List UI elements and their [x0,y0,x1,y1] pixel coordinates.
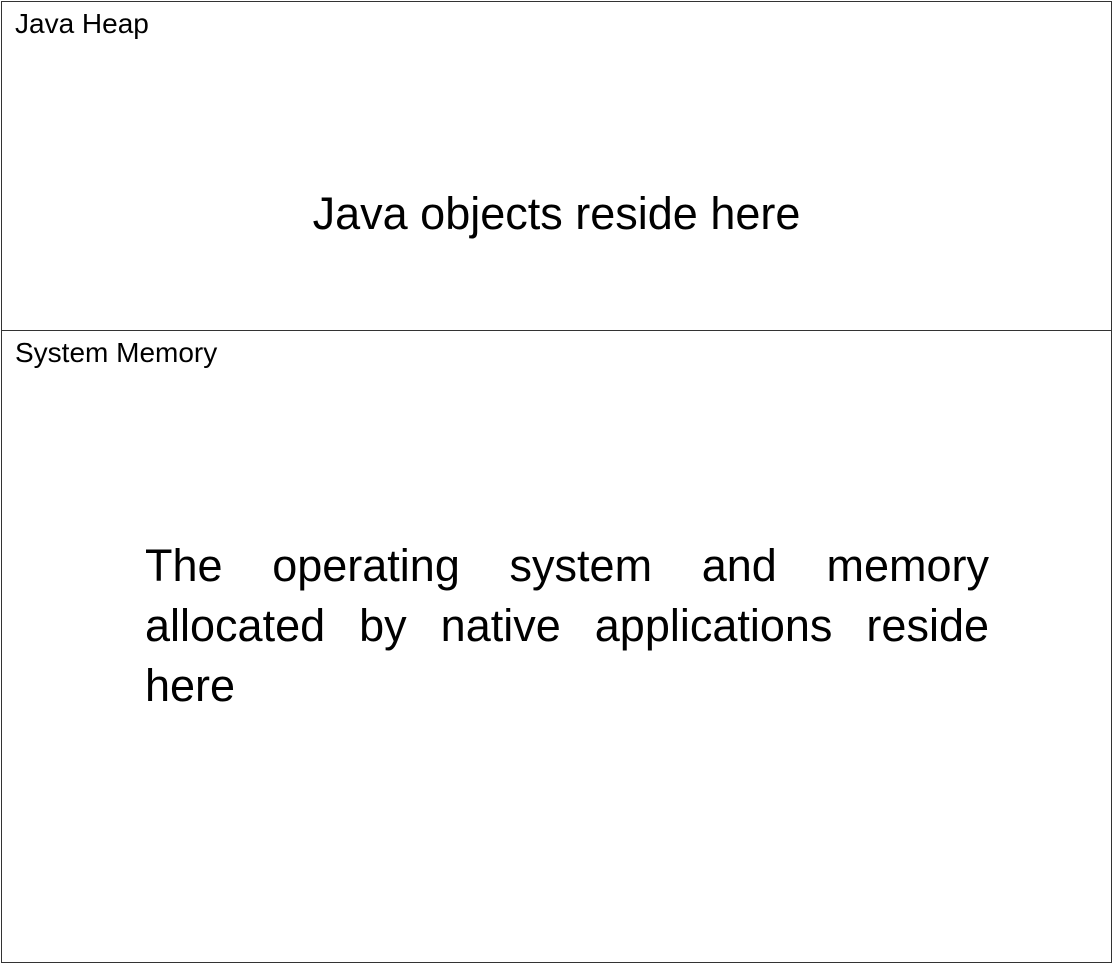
java-heap-description: Java objects reside here [312,188,801,239]
memory-layout-diagram: Java Heap Java objects reside here Syste… [0,0,1114,964]
system-memory-region: System Memory The operating system and m… [1,330,1112,963]
system-memory-label: System Memory [15,337,218,368]
system-memory-description: The operating system and memory allocate… [145,540,989,711]
java-heap-label: Java Heap [15,8,149,39]
java-heap-region: Java Heap Java objects reside here [1,1,1112,332]
